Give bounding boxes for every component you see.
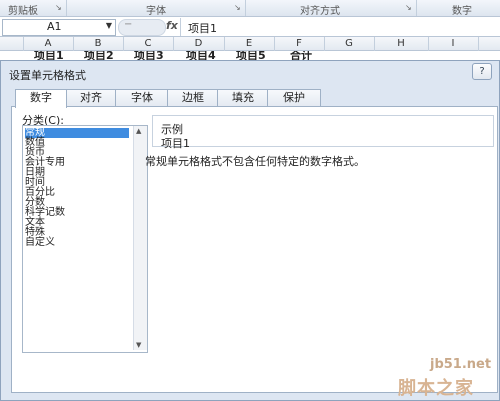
column-header[interactable]: A — [23, 37, 74, 51]
chevron-down-icon[interactable]: ▼ — [106, 21, 112, 30]
tab-alignment[interactable]: 对齐 — [65, 89, 117, 107]
tab-number[interactable]: 数字 — [15, 89, 67, 108]
ribbon-separator — [245, 0, 246, 16]
tab-fill[interactable]: 填充 — [217, 89, 269, 107]
ribbon-group-font: 字体 — [146, 6, 166, 17]
scroll-up-icon[interactable]: ▲ — [136, 127, 141, 135]
column-header[interactable]: D — [173, 37, 225, 51]
select-all-corner[interactable] — [0, 37, 24, 51]
sheet-row-1: 项目1 项目2 项目3 项目4 项目5 合计 — [0, 51, 500, 60]
cell-value[interactable]: 项目2 — [84, 51, 114, 60]
category-list[interactable]: 常规 数值 货币 会计专用 日期 时间 百分比 分数 科学记数 文本 特殊 自定… — [22, 125, 148, 353]
column-headers: A B C D E F G H I — [0, 37, 500, 51]
column-header[interactable]: H — [374, 37, 429, 51]
ribbon-group-number: 数字 — [452, 6, 472, 17]
ribbon-group-labels: 剪贴板 ↘ 字体 ↘ 对齐方式 ↘ 数字 — [0, 0, 500, 17]
dialog-title: 设置单元格格式 — [9, 69, 86, 82]
format-description: 常规单元格格式不包含任何特定的数字格式。 — [145, 155, 365, 168]
cell-value[interactable]: 项目1 — [34, 51, 64, 60]
format-cells-dialog: 设置单元格格式 ? 数字 对齐 字体 边框 填充 保护 分类(C): 常规 数值… — [0, 60, 500, 401]
name-box-value: A1 — [47, 20, 62, 33]
column-header[interactable]: I — [428, 37, 479, 51]
formula-bar: A1 ▼ − fx 项目1 — [0, 17, 500, 37]
ribbon-separator — [66, 0, 67, 16]
cell-value[interactable]: 项目5 — [236, 51, 266, 60]
tab-border[interactable]: 边框 — [167, 89, 219, 107]
cell-value[interactable]: 项目3 — [134, 51, 164, 60]
ribbon-group-clipboard: 剪贴板 — [8, 6, 38, 17]
column-header[interactable]: E — [224, 37, 275, 51]
column-header[interactable]: F — [274, 37, 325, 51]
tab-font[interactable]: 字体 — [115, 89, 169, 107]
alignment-launcher-icon[interactable]: ↘ — [405, 4, 413, 12]
cell-value[interactable]: 项目4 — [186, 51, 216, 60]
column-header[interactable]: G — [324, 37, 375, 51]
category-item-custom[interactable]: 自定义 — [25, 238, 55, 248]
ribbon-separator — [416, 0, 417, 16]
column-header[interactable]: B — [73, 37, 124, 51]
name-box[interactable]: A1 ▼ — [2, 19, 116, 36]
minus-icon: − — [124, 19, 133, 30]
formula-bar-controls[interactable]: − — [118, 19, 166, 36]
insert-function-icon[interactable]: fx — [166, 19, 178, 32]
formula-separator — [180, 18, 181, 36]
font-launcher-icon[interactable]: ↘ — [234, 4, 242, 12]
ribbon-group-alignment: 对齐方式 — [300, 6, 340, 17]
number-tab-panel: 分类(C): 常规 数值 货币 会计专用 日期 时间 百分比 分数 科学记数 文… — [11, 106, 498, 393]
sample-group: 示例 项目1 — [152, 115, 494, 150]
watermark-url: jb51.net — [430, 357, 492, 372]
help-button[interactable]: ? — [472, 63, 492, 80]
watermark-logo: 脚本之家 — [398, 378, 474, 399]
formula-content[interactable]: 项目1 — [188, 20, 217, 36]
clipboard-launcher-icon[interactable]: ↘ — [55, 4, 63, 12]
cell-value[interactable]: 合计 — [290, 51, 312, 60]
scroll-down-icon[interactable]: ▼ — [136, 341, 141, 349]
column-header[interactable]: C — [123, 37, 174, 51]
sample-value: 项目1 — [161, 137, 190, 150]
tab-protection[interactable]: 保护 — [267, 89, 321, 107]
